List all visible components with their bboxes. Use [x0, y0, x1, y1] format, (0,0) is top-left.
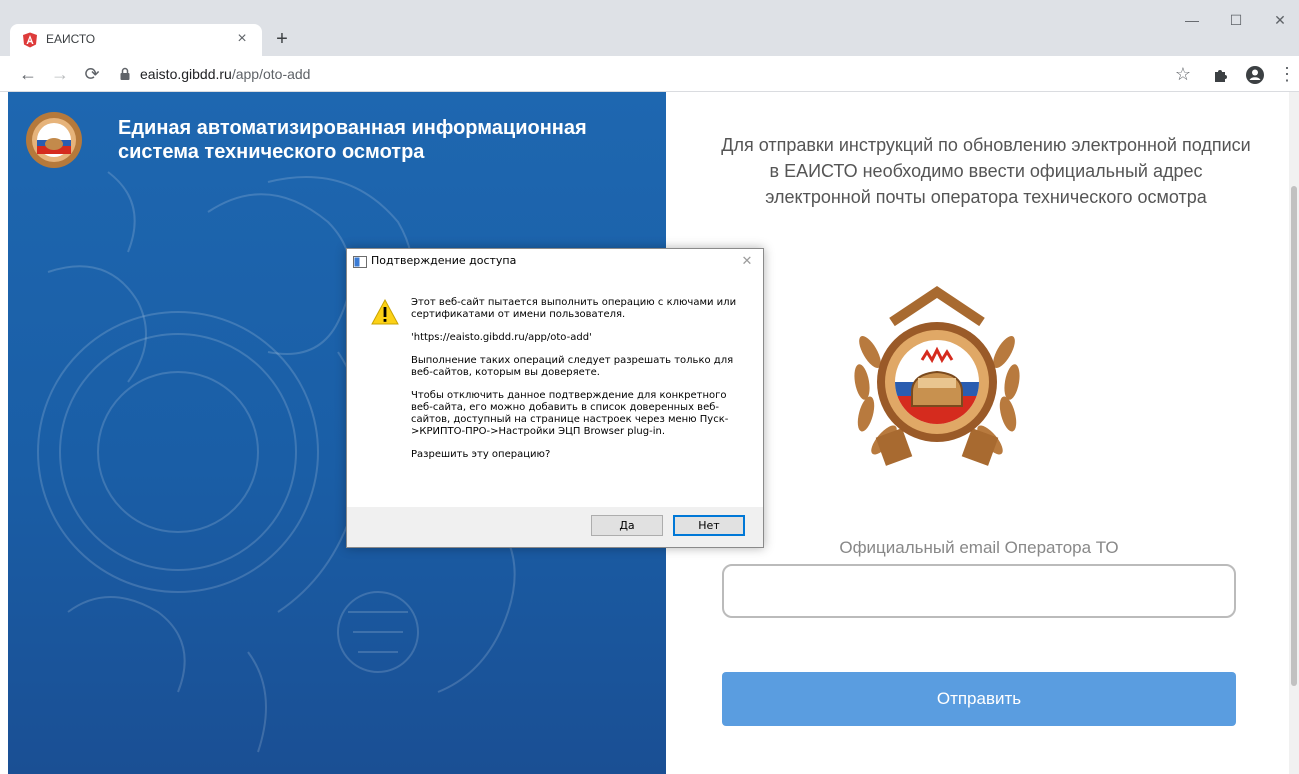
site-title: Единая автоматизированная информационная… [118, 117, 587, 163]
lock-icon[interactable] [118, 67, 132, 81]
dialog-message-line3: Чтобы отключить данное подтверждение для… [411, 390, 729, 437]
access-confirmation-dialog: Подтверждение доступа ✕ Этот веб-сайт пы… [346, 248, 764, 548]
browser-toolbar: ← → ⟳ eaisto.gibdd.ru/app/oto-add ☆ ⋮ [0, 56, 1299, 92]
reload-button[interactable]: ⟳ [80, 62, 104, 86]
tab-title: ЕАИСТО [46, 32, 96, 46]
url-host: eaisto.gibdd.ru [140, 66, 232, 82]
dialog-message-url: 'https://eaisto.gibdd.ru/app/oto-add' [411, 332, 592, 343]
warning-triangle-icon [371, 299, 399, 325]
address-bar[interactable]: eaisto.gibdd.ru/app/oto-add [112, 60, 1202, 88]
window-close-button[interactable]: ✕ [1258, 10, 1299, 40]
dialog-titlebar[interactable]: Подтверждение доступа ✕ [347, 249, 763, 275]
star-icon[interactable]: ☆ [1172, 64, 1194, 86]
window-maximize-button[interactable]: ☐ [1214, 10, 1258, 40]
dialog-close-icon[interactable]: ✕ [737, 252, 757, 272]
dialog-title: Подтверждение доступа [371, 254, 517, 267]
scrollbar-thumb[interactable] [1291, 186, 1297, 686]
email-label: Официальный email Оператора ТО [839, 538, 1119, 557]
email-input[interactable] [722, 564, 1236, 618]
dialog-message-line2: Выполнение таких операций следует разреш… [411, 355, 734, 378]
dialog-app-icon [353, 256, 367, 268]
new-tab-button[interactable]: + [270, 28, 294, 52]
url-path: /app/oto-add [231, 66, 311, 82]
dialog-message-line1: Этот веб-сайт пытается выполнить операци… [411, 297, 737, 320]
dialog-footer: Да Нет [347, 507, 763, 547]
kebab-menu-icon[interactable]: ⋮ [1276, 64, 1298, 86]
gibdd-emblem [26, 112, 82, 168]
browser-tab[interactable]: ЕАИСТО × [10, 24, 262, 56]
url-text[interactable]: eaisto.gibdd.ru/app/oto-add [140, 66, 310, 82]
forward-button[interactable]: → [48, 62, 72, 86]
page-scrollbar[interactable] [1289, 92, 1299, 774]
back-button[interactable]: ← [16, 62, 40, 86]
instructions-text: Для отправки инструкций по обновлению эл… [721, 135, 1251, 207]
dialog-body: Этот веб-сайт пытается выполнить операци… [347, 275, 763, 507]
angular-shield-icon [23, 32, 37, 48]
dialog-message: Этот веб-сайт пытается выполнить операци… [411, 297, 743, 472]
no-button[interactable]: Нет [673, 515, 745, 536]
browser-titlebar: ЕАИСТО × + — ☐ ✕ [0, 0, 1299, 56]
profile-icon[interactable] [1244, 64, 1266, 86]
puzzle-icon[interactable] [1210, 64, 1232, 86]
yes-button[interactable]: Да [591, 515, 663, 536]
dialog-question: Разрешить эту операцию? [411, 449, 551, 460]
tab-close-icon[interactable]: × [232, 29, 252, 49]
gibdd-emblem-large [854, 285, 1020, 466]
window-minimize-button[interactable]: — [1170, 10, 1214, 40]
submit-button[interactable]: Отправить [722, 672, 1236, 726]
